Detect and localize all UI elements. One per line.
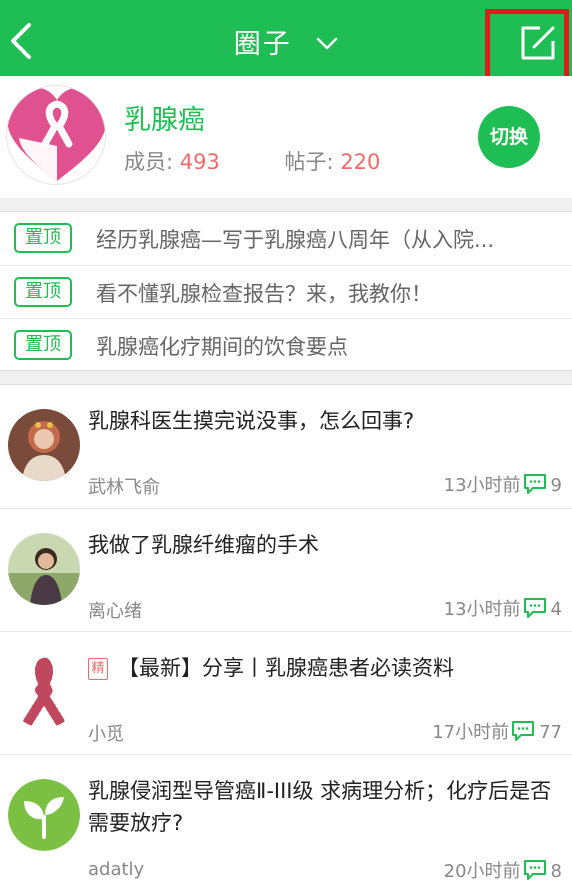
compose-button[interactable] [485, 9, 569, 86]
circle-stats: 成员: 493 帖子: 220 [124, 146, 438, 176]
comment-count: 4 [550, 599, 562, 620]
avatar[interactable] [8, 656, 80, 728]
comment-icon [523, 474, 546, 494]
pinned-badge: 置顶 [14, 277, 72, 307]
circle-logo [6, 85, 106, 185]
post-title-text: 【最新】分享丨乳腺癌患者必读资料 [118, 656, 454, 680]
switch-button[interactable]: 切换 [478, 106, 540, 168]
post-time: 20小时前 [443, 861, 521, 882]
pinned-badge: 置顶 [14, 330, 72, 360]
post-author[interactable]: 小觅 [88, 720, 124, 746]
ribbon-avatar [8, 656, 80, 728]
post-meta: 13小时前 9 [444, 471, 562, 497]
post-author[interactable]: adatly [88, 859, 144, 880]
circle-name: 乳腺癌 [124, 105, 205, 136]
pinned-title: 乳腺癌化疗期间的饮食要点 [96, 335, 348, 359]
post-item[interactable]: 乳腺科医生摸完说没事，怎么回事? 武林飞俞 13小时前 9 [0, 385, 572, 508]
post-title: 乳腺科医生摸完说没事，怎么回事? [88, 409, 415, 433]
post-time: 13小时前 [443, 475, 521, 496]
post-item[interactable]: 乳腺侵润型导管癌Ⅱ-III级 求病理分析；化疗后是否需要放疗? adatly 2… [0, 754, 572, 887]
circle-header: 乳腺癌 成员: 493 帖子: 220 切换 [0, 76, 572, 198]
person-avatar [8, 533, 80, 605]
comment-icon [523, 598, 546, 618]
sprout-avatar [8, 779, 80, 851]
post-item[interactable]: 我做了乳腺纤维瘤的手术 离心绪 13小时前 4 [0, 508, 572, 631]
post-meta: 13小时前 4 [444, 595, 562, 621]
post-meta: 17小时前 77 [432, 718, 562, 744]
comment-icon [523, 860, 546, 880]
post-time: 17小时前 [432, 722, 510, 743]
pinned-item[interactable]: 置顶 乳腺癌化疗期间的饮食要点 [0, 318, 572, 371]
page-title: 圈子 [233, 29, 292, 60]
avatar[interactable] [8, 409, 80, 481]
comment-count: 77 [539, 722, 562, 743]
post-title: 乳腺侵润型导管癌Ⅱ-III级 求病理分析；化疗后是否需要放疗? [88, 779, 552, 835]
pinned-title: 看不懂乳腺检查报告？来，我教你！ [96, 282, 432, 306]
comment-count: 8 [550, 861, 562, 882]
post-time: 13小时前 [443, 599, 521, 620]
post-title: 精【最新】分享丨乳腺癌患者必读资料 [88, 652, 558, 684]
compose-icon [521, 26, 555, 60]
comment-count: 9 [550, 475, 562, 496]
post-item[interactable]: 精【最新】分享丨乳腺癌患者必读资料 小觅 17小时前 77 [0, 631, 572, 754]
post-title: 我做了乳腺纤维瘤的手术 [88, 533, 319, 557]
pink-ribbon-heart-logo [7, 88, 105, 181]
post-list: 乳腺科医生摸完说没事，怎么回事? 武林飞俞 13小时前 9 我做了乳腺纤维瘤的手术… [0, 384, 572, 887]
essence-badge: 精 [88, 658, 108, 680]
members-label: 成员: [124, 150, 174, 174]
top-bar: 圈子 [0, 0, 572, 86]
pinned-list: 置顶 经历乳腺癌—写于乳腺癌八周年（从入院... 置顶 看不懂乳腺检查报告？来，… [0, 211, 572, 371]
chevron-down-icon [317, 37, 338, 49]
comment-icon [512, 721, 535, 741]
posts-count: 220 [340, 150, 381, 174]
post-author[interactable]: 武林飞俞 [88, 473, 160, 499]
avatar[interactable] [8, 779, 80, 851]
avatar[interactable] [8, 533, 80, 605]
post-meta: 20小时前 8 [444, 857, 562, 883]
posts-label: 帖子: [284, 150, 334, 174]
pinned-item[interactable]: 置顶 看不懂乳腺检查报告？来，我教你！ [0, 265, 572, 318]
pinned-badge: 置顶 [14, 223, 72, 253]
statue-avatar [8, 409, 80, 481]
pinned-item[interactable]: 置顶 经历乳腺癌—写于乳腺癌八周年（从入院... [0, 212, 572, 265]
members-count: 493 [179, 150, 220, 174]
pinned-title: 经历乳腺癌—写于乳腺癌八周年（从入院... [96, 228, 495, 252]
post-author[interactable]: 离心绪 [88, 597, 142, 623]
